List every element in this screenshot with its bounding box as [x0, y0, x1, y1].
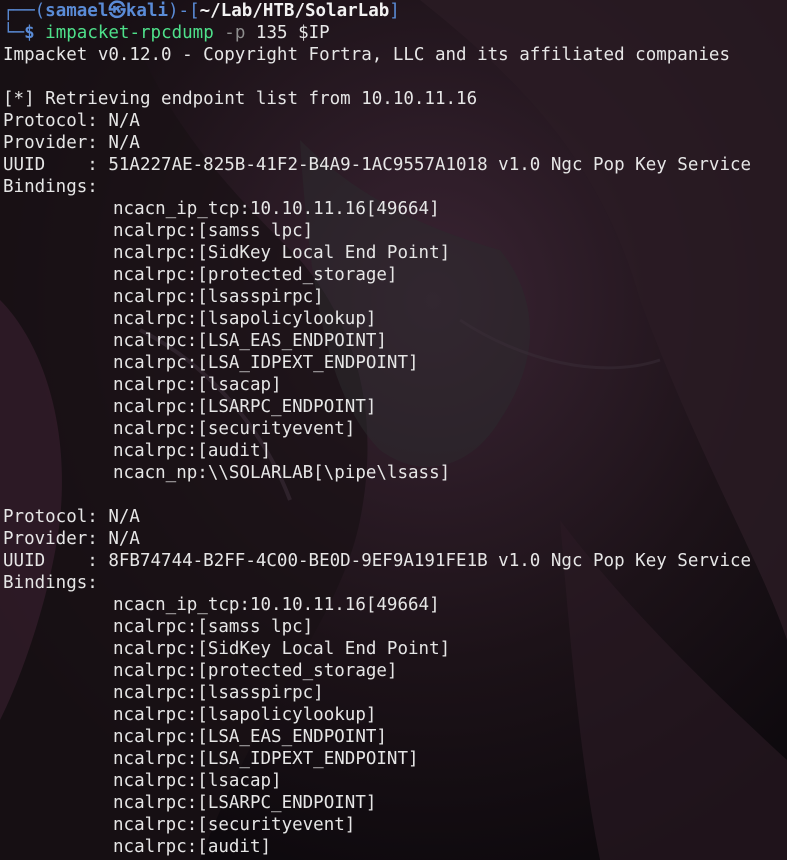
prompt-box-bottom: └─: [3, 23, 25, 43]
binding-line: ncalrpc:[SidKey Local End Point]: [113, 639, 451, 659]
command-flag: -p: [224, 23, 246, 43]
prompt-box-close: ]: [389, 1, 400, 21]
endpoint-bindings-label: Bindings:: [3, 177, 98, 197]
binding-line: ncalrpc:[protected_storage]: [113, 265, 398, 285]
endpoint-entry: Protocol: N/A Provider: N/A UUID : 8FB74…: [3, 506, 787, 858]
binding-line: ncalrpc:[lsapolicylookup]: [113, 705, 377, 725]
binding-line: ncacn_ip_tcp:10.10.11.16[49664]: [113, 199, 440, 219]
binding-line: ncalrpc:[LSA_IDPEXT_ENDPOINT]: [113, 749, 419, 769]
binding-line: ncalrpc:[LSA_EAS_ENDPOINT]: [113, 727, 387, 747]
binding-line: ncalrpc:[samss lpc]: [113, 221, 314, 241]
endpoint-provider: Provider: N/A: [3, 133, 140, 153]
prompt-header: ┌──(samael㉿kali)-[~/Lab/HTB/SolarLab]: [3, 0, 787, 22]
prompt-box-middle: )-[: [168, 1, 200, 21]
binding-line: ncalrpc:[protected_storage]: [113, 661, 398, 681]
binding-line: ncalrpc:[securityevent]: [113, 815, 356, 835]
binding-line: ncalrpc:[audit]: [113, 441, 272, 461]
endpoint-uuid: UUID : 8FB74744-B2FF-4C00-BE0D-9EF9A191F…: [3, 551, 752, 571]
binding-line: ncalrpc:[lsasspirpc]: [113, 683, 324, 703]
endpoint-protocol: Protocol: N/A: [3, 507, 140, 527]
binding-line: ncalrpc:[audit]: [113, 837, 272, 857]
binding-line: ncalrpc:[LSARPC_ENDPOINT]: [113, 397, 377, 417]
prompt-dollar: $: [24, 23, 35, 43]
binding-line: ncalrpc:[securityevent]: [113, 419, 356, 439]
binding-line: ncacn_np:\\SOLARLAB[\pipe\lsass]: [113, 463, 451, 483]
binding-line: ncalrpc:[samss lpc]: [113, 617, 314, 637]
binding-line: ncalrpc:[lsacap]: [113, 771, 282, 791]
binding-line: ncalrpc:[LSA_EAS_ENDPOINT]: [113, 331, 387, 351]
command-args: 135 $IP: [255, 23, 330, 43]
command-line[interactable]: └─$ impacket-rpcdump -p 135 $IP: [3, 22, 787, 44]
endpoint-uuid: UUID : 51A227AE-825B-41F2-B4A9-1AC9557A1…: [3, 155, 752, 175]
endpoint-bindings-label: Bindings:: [3, 573, 98, 593]
binding-line: ncalrpc:[lsapolicylookup]: [113, 309, 377, 329]
prompt-user-host: samael㉿kali: [45, 1, 169, 21]
binding-line: ncalrpc:[lsacap]: [113, 375, 282, 395]
command-name: impacket-rpcdump: [45, 23, 214, 43]
binding-line: ncacn_ip_tcp:10.10.11.16[49664]: [113, 595, 440, 615]
retrieving-status: [*] Retrieving endpoint list from 10.10.…: [3, 89, 478, 109]
endpoint-entry: Protocol: N/A Provider: N/A UUID : 51A22…: [3, 110, 787, 484]
prompt-cwd: ~/Lab/HTB/SolarLab: [199, 1, 390, 21]
terminal-output[interactable]: ┌──(samael㉿kali)-[~/Lab/HTB/SolarLab] └─…: [0, 0, 787, 860]
binding-line: ncalrpc:[LSARPC_ENDPOINT]: [113, 793, 377, 813]
binding-line: ncalrpc:[LSA_IDPEXT_ENDPOINT]: [113, 353, 419, 373]
endpoint-provider: Provider: N/A: [3, 529, 140, 549]
impacket-banner: Impacket v0.12.0 - Copyright Fortra, LLC…: [3, 45, 730, 65]
endpoint-protocol: Protocol: N/A: [3, 111, 140, 131]
binding-line: ncalrpc:[lsasspirpc]: [113, 287, 324, 307]
prompt-box-top: ┌──(: [3, 1, 46, 21]
binding-line: ncalrpc:[SidKey Local End Point]: [113, 243, 451, 263]
